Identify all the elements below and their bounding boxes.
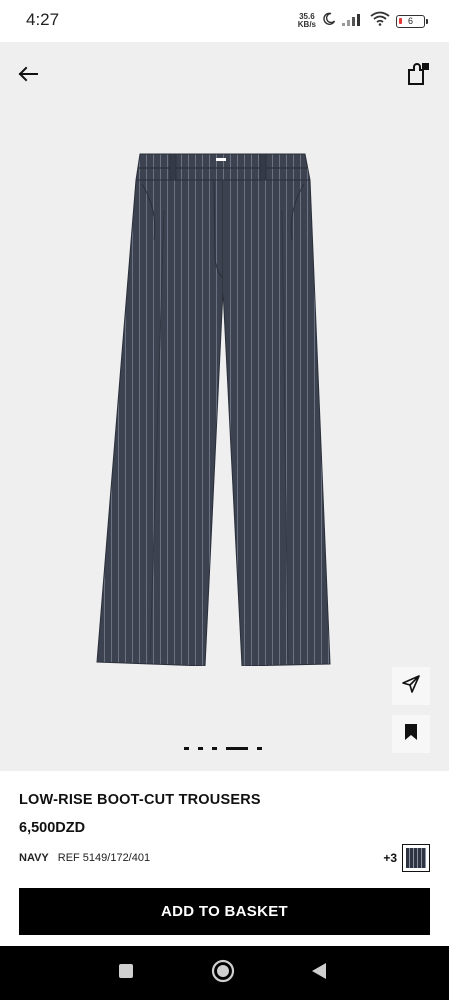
color-selector: +3 [383,844,430,872]
pager-dot[interactable] [198,747,203,750]
product-gallery[interactable] [0,42,449,771]
pager-dot[interactable] [212,747,217,750]
arrow-left-icon [18,66,38,87]
network-speed-unit: KB/s [297,20,316,29]
product-info: LOW-RISE BOOT-CUT TROUSERS 6,500DZD NAVY… [0,771,449,946]
share-button[interactable] [392,667,430,705]
save-button[interactable] [392,715,430,753]
status-bar: 4:27 35.6 KB/s 6 [0,0,449,42]
more-colors-count[interactable]: +3 [383,851,397,865]
color-swatch-fill [406,848,426,868]
product-meta: NAVY REF 5149/172/401 [19,852,150,864]
send-icon [402,674,420,698]
moon-icon [322,12,336,31]
pager-dot-active[interactable] [226,747,248,750]
home-button[interactable] [210,959,236,988]
gallery-pager [184,747,262,750]
battery-icon: 6 [396,14,428,28]
shopping-bag-icon [407,62,431,91]
wifi-icon [370,11,390,31]
product-name: LOW-RISE BOOT-CUT TROUSERS [19,792,261,808]
status-time: 4:27 [26,10,60,29]
product-reference: REF 5149/172/401 [57,852,151,864]
system-nav-bar [0,946,449,1000]
shopping-bag-button[interactable] [405,62,433,90]
color-name: NAVY [19,852,49,864]
network-speed: 35.6 KB/s [298,13,316,29]
triangle-back-icon [311,962,327,985]
battery-level: 6 [407,16,413,26]
add-to-basket-button[interactable]: ADD TO BASKET [19,888,430,935]
recent-apps-button[interactable] [113,960,139,986]
pager-dot[interactable] [257,747,262,750]
home-circle-icon [211,959,235,988]
color-swatch-navy[interactable] [402,844,430,872]
pager-dot[interactable] [184,747,189,750]
product-price: 6,500DZD [19,820,86,836]
square-icon [118,963,134,984]
system-back-button[interactable] [306,960,332,986]
bookmark-icon [404,723,418,746]
signal-icon [342,12,364,31]
back-button[interactable] [14,62,42,90]
status-icons: 35.6 KB/s 6 [298,10,428,32]
product-image[interactable] [92,150,354,666]
